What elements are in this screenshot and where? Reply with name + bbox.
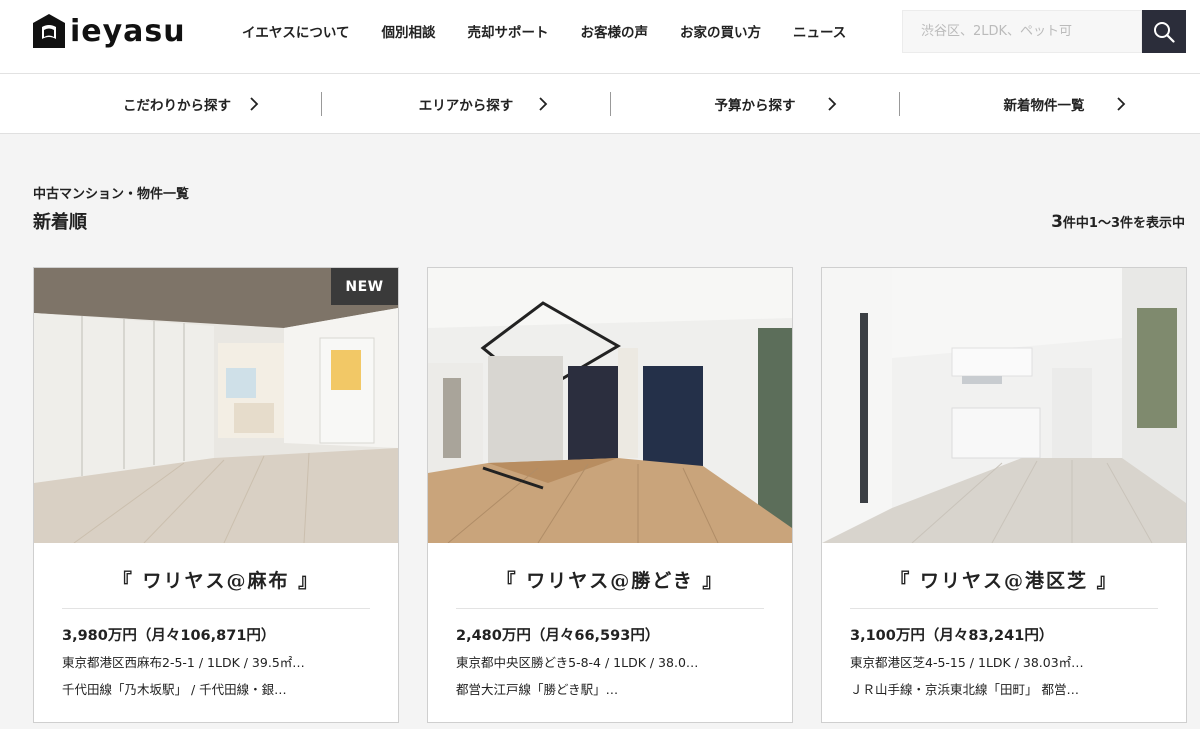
nav-news[interactable]: ニュース [777, 21, 862, 41]
room-photo-image [34, 268, 398, 543]
chevron-right-icon [828, 96, 837, 111]
property-photo[interactable] [428, 268, 792, 543]
subnav-label: 予算から探す [714, 97, 796, 114]
property-price: 3,100万円（月々83,241円） [850, 628, 1054, 644]
property-title[interactable]: 『 ワリヤス@港区芝 』 [822, 566, 1186, 593]
sort-order-label: 新着順 [33, 212, 87, 233]
property-title[interactable]: 『 ワリヤス@勝どき 』 [428, 566, 792, 593]
property-address: 東京都港区西麻布2-5-1 / 1LDK / 39.5㎡… [62, 655, 305, 670]
nav-how-to-buy[interactable]: お家の買い方 [664, 21, 777, 41]
result-count-text: 件中1〜3件を表示中 [1062, 216, 1185, 231]
property-title[interactable]: 『 ワリヤス@麻布 』 [34, 566, 398, 593]
site-logo[interactable]: ieyasu [32, 12, 186, 52]
result-count: 3件中1〜3件を表示中 [1051, 212, 1185, 232]
property-station: 都営大江戸線「勝どき駅」… [456, 682, 619, 697]
search-category-nav: こだわりから探す エリアから探す 予算から探す 新着物件一覧 [0, 74, 1200, 134]
property-photo[interactable] [822, 268, 1186, 543]
subnav-search-by-area[interactable]: エリアから探す [322, 92, 610, 116]
room-photo-image [822, 268, 1186, 543]
property-card[interactable]: NEW 『 ワリヤス@麻布 』 3,980万円（月々106,871円） 東京都港… [33, 267, 399, 723]
card-divider [62, 608, 370, 609]
property-station: 千代田線「乃木坂駅」 / 千代田線・銀… [62, 682, 287, 697]
property-address: 東京都中央区勝どき5-8-4 / 1LDK / 38.0… [456, 655, 699, 670]
nav-consultation[interactable]: 個別相談 [365, 21, 451, 41]
site-header: ieyasu イエヤスについて 個別相談 売却サポート お客様の声 お家の買い方… [0, 0, 1200, 74]
property-card[interactable]: 『 ワリヤス@港区芝 』 3,100万円（月々83,241円） 東京都港区芝4-… [821, 267, 1187, 723]
property-price: 2,480万円（月々66,593円） [456, 628, 660, 644]
search-icon [1154, 21, 1175, 43]
card-divider [456, 608, 764, 609]
subnav-label: エリアから探す [418, 97, 514, 114]
nav-customer-voices[interactable]: お客様の声 [564, 21, 664, 41]
property-photo[interactable]: NEW [34, 268, 398, 543]
property-card[interactable]: 『 ワリヤス@勝どき 』 2,480万円（月々66,593円） 東京都中央区勝ど… [427, 267, 793, 723]
house-logo-icon [33, 14, 65, 48]
chevron-right-icon [1117, 96, 1126, 111]
chevron-right-icon [250, 96, 259, 111]
nav-selling-support[interactable]: 売却サポート [451, 21, 564, 41]
listing-category-title: 中古マンション・物件一覧 [33, 187, 190, 202]
property-price: 3,980万円（月々106,871円） [62, 628, 276, 644]
chevron-right-icon [539, 96, 548, 111]
subnav-new-listings[interactable]: 新着物件一覧 [900, 92, 1188, 116]
property-address: 東京都港区芝4-5-15 / 1LDK / 38.03㎡… [850, 655, 1084, 670]
subnav-label: こだわりから探す [123, 97, 231, 114]
room-photo-image [428, 268, 792, 543]
nav-about[interactable]: イエヤスについて [226, 21, 365, 41]
property-station: ＪＲ山手線・京浜東北線「田町」 都営… [850, 682, 1079, 697]
new-badge: NEW [331, 268, 398, 305]
global-nav: イエヤスについて 個別相談 売却サポート お客様の声 お家の買い方 ニュース [226, 0, 862, 62]
result-count-number: 3 [1051, 212, 1063, 232]
card-divider [850, 608, 1158, 609]
search-bar [902, 10, 1186, 53]
logo-text: ieyasu [70, 14, 186, 49]
subnav-label: 新着物件一覧 [1003, 97, 1085, 114]
search-button[interactable] [1142, 10, 1186, 53]
search-input[interactable] [902, 10, 1142, 53]
subnav-search-by-budget[interactable]: 予算から探す [611, 92, 899, 116]
subnav-search-by-feature[interactable]: こだわりから探す [33, 92, 321, 116]
